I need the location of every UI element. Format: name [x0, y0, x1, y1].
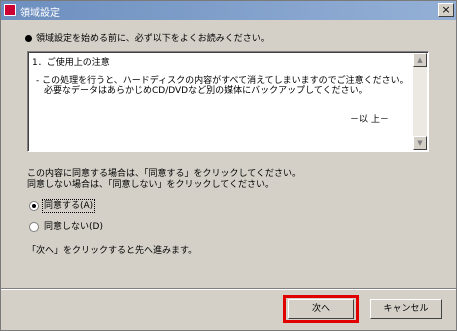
vertical-scrollbar[interactable]: ▲ ▼: [413, 53, 427, 150]
title-bar: 領域設定 ×: [1, 1, 456, 20]
agreement-text-2: 同意しない場合は、「同意しない」をクリックしてください。: [27, 180, 274, 190]
close-icon[interactable]: ×: [438, 3, 454, 17]
app-icon: [4, 4, 16, 16]
notice-heading: 1．ご使用上の注意: [32, 58, 110, 68]
cancel-button[interactable]: キャンセル: [370, 299, 442, 319]
next-button[interactable]: 次へ: [288, 299, 354, 319]
radio-agree[interactable]: 同意する(A): [29, 198, 96, 213]
bullet-icon: [25, 35, 32, 42]
notice-textbox[interactable]: 1．ご使用上の注意 - この処理を行うと、ハードディスクの内容がすべて消えてしま…: [27, 51, 429, 152]
radio-agree-label[interactable]: 同意する(A): [41, 199, 96, 213]
intro-text: 領域設定を始める前に、必ず以下をよくお読みください。: [25, 31, 270, 44]
dialog-window: 領域設定 × 領域設定を始める前に、必ず以下をよくお読みください。 1．ご使用上…: [0, 0, 457, 331]
radio-agree-icon[interactable]: [29, 200, 39, 211]
hint-text: 「次へ」をクリックすると先へ進みます。: [27, 246, 198, 256]
notice-end: －以 上－: [350, 115, 389, 125]
notice-line-2: 必要なデータはあらかじめCD/DVDなど別の媒体にバックアップしてください。: [44, 86, 368, 96]
scroll-up-icon[interactable]: ▲: [413, 53, 427, 67]
scroll-down-icon[interactable]: ▼: [413, 136, 427, 150]
radio-disagree-label[interactable]: 同意しない(D): [44, 222, 103, 232]
radio-disagree[interactable]: 同意しない(D): [29, 219, 103, 232]
separator: [1, 288, 456, 290]
window-title: 領域設定: [20, 8, 60, 19]
intro-label: 領域設定を始める前に、必ず以下をよくお読みください。: [36, 34, 270, 44]
radio-disagree-icon[interactable]: [29, 221, 39, 232]
